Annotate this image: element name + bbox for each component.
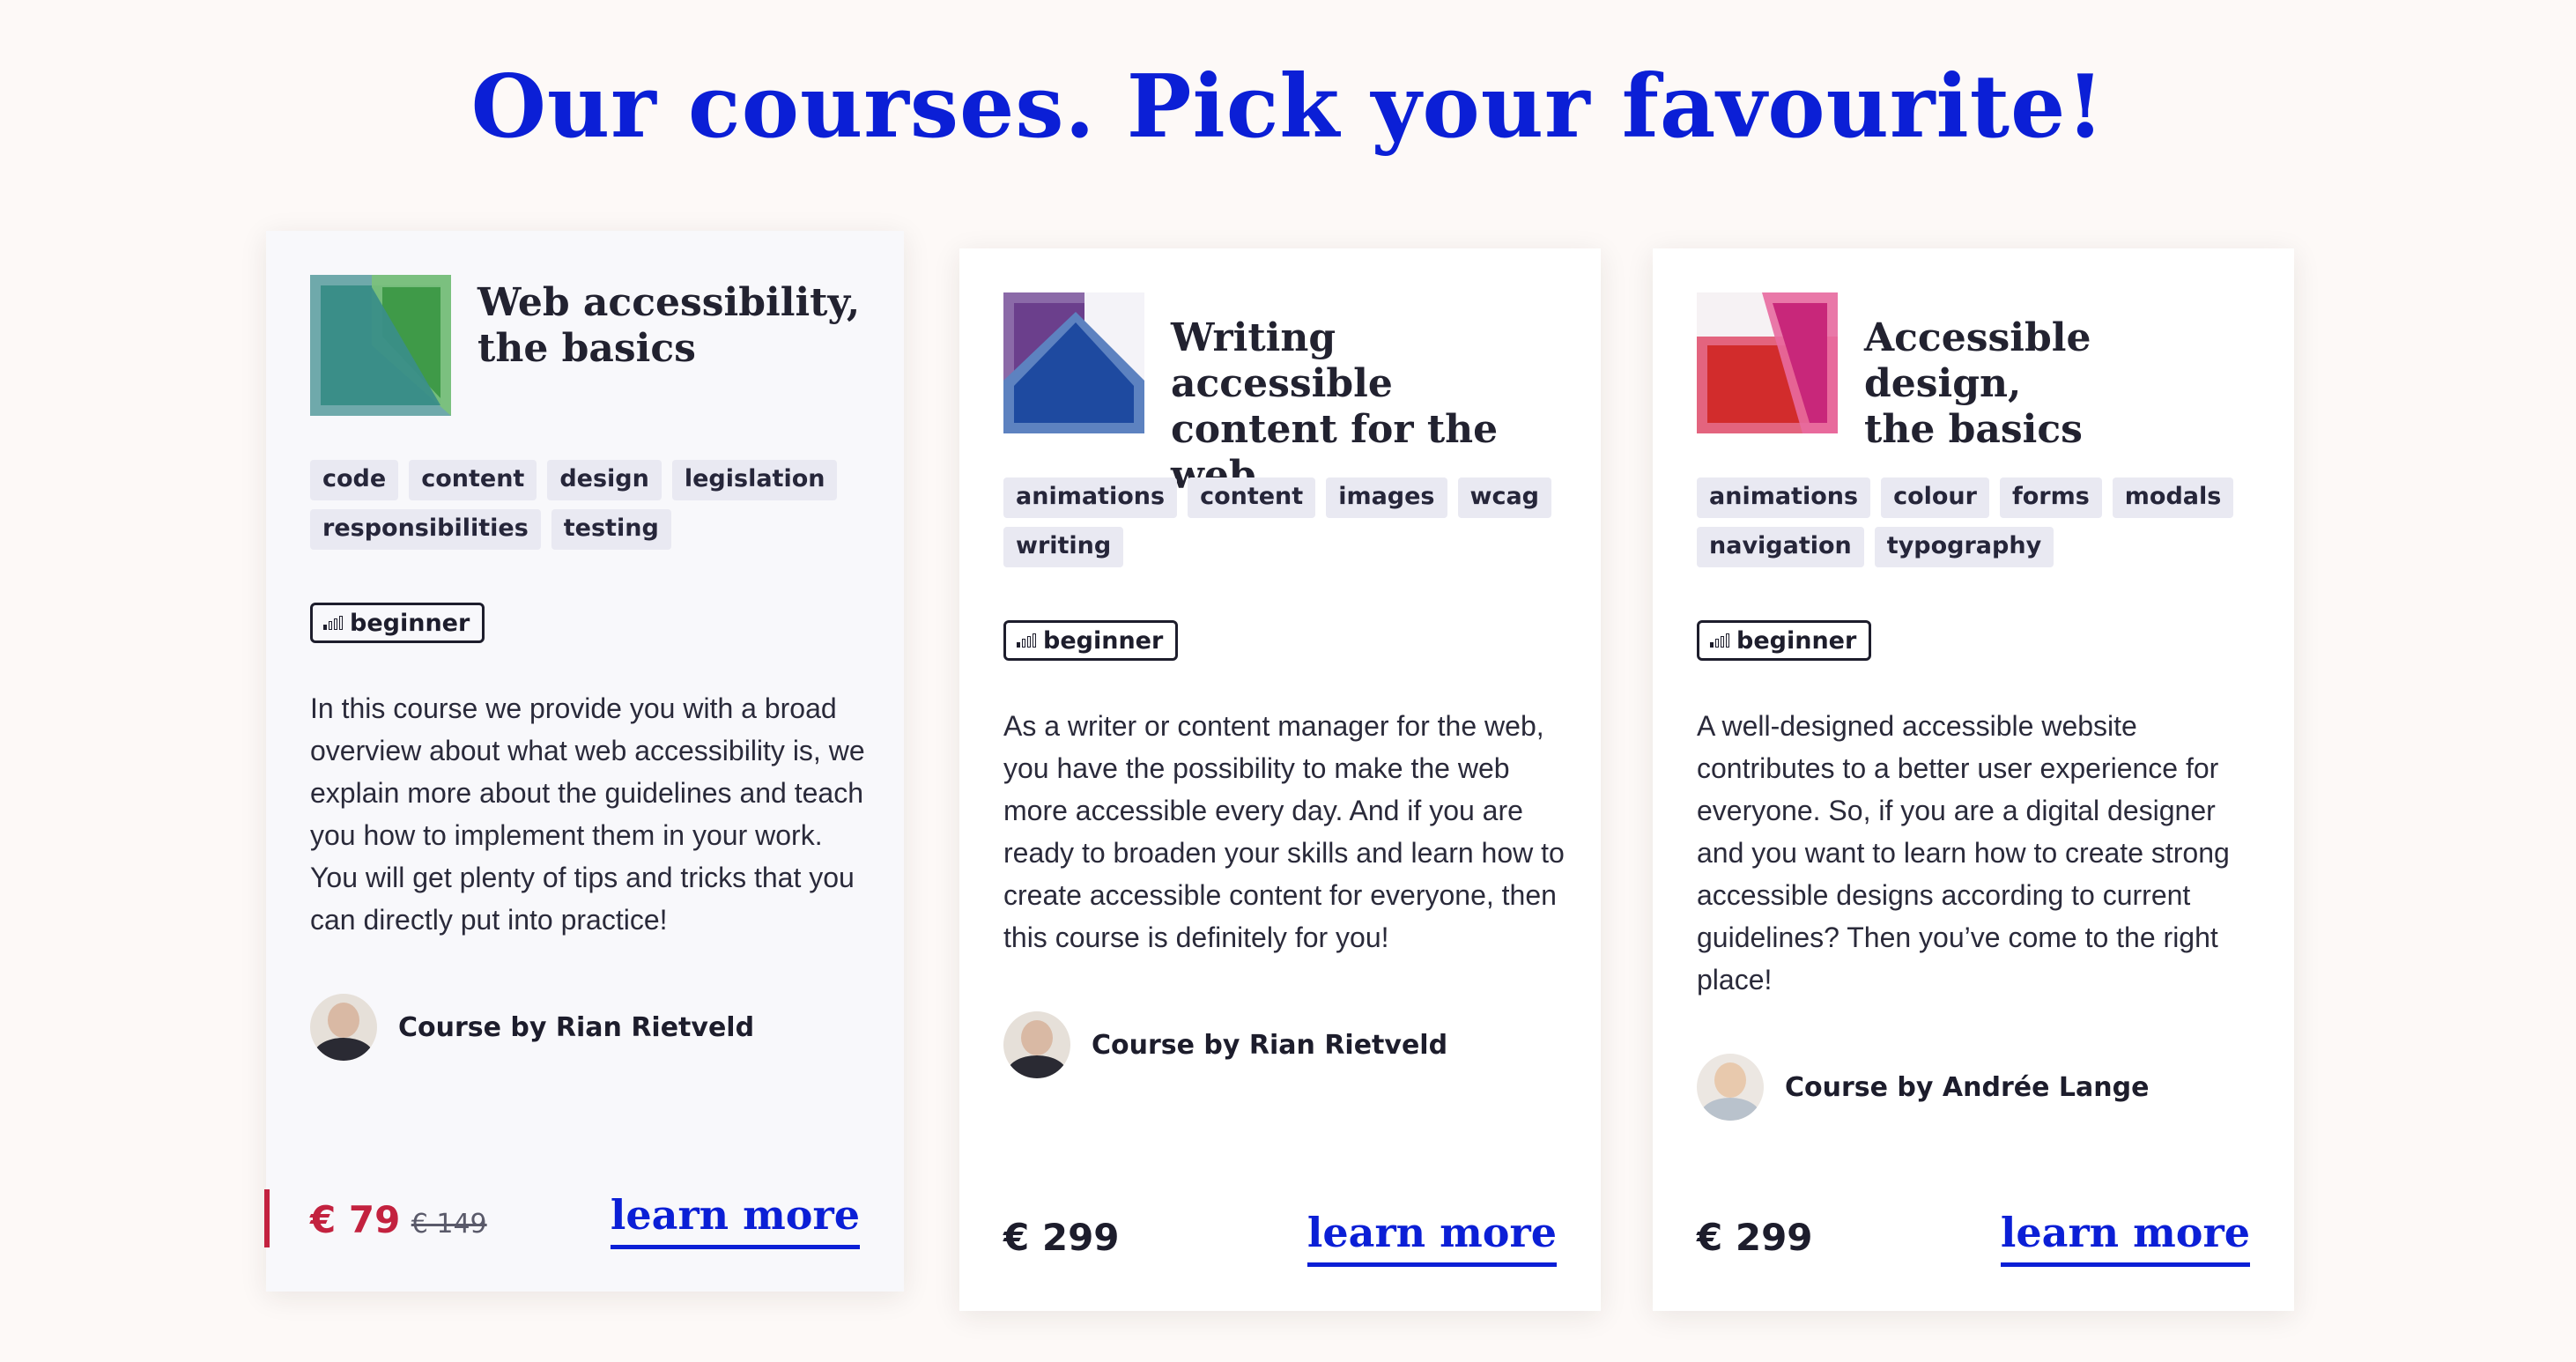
tag[interactable]: writing	[1003, 527, 1124, 567]
sale-price: € 79	[310, 1197, 401, 1241]
course-description: In this course we provide you with a bro…	[310, 692, 865, 936]
tag[interactable]: animations	[1003, 477, 1178, 518]
tag[interactable]: legislation	[671, 460, 838, 500]
level-label: beginner	[1736, 626, 1857, 655]
author-name: Course by Rian Rietveld	[398, 1011, 755, 1043]
learn-more-link[interactable]: learn more	[1307, 1209, 1558, 1267]
level-badge: beginner	[1697, 620, 1872, 661]
tag[interactable]: forms	[1999, 477, 2102, 518]
course-thumbnail	[1003, 292, 1144, 433]
course-title[interactable]: Writing accessible content for the web	[1171, 315, 1566, 499]
course-title[interactable]: Accessible design, the basics	[1864, 315, 2259, 453]
tag[interactable]: typography	[1874, 527, 2054, 567]
signal-bars-icon	[1017, 633, 1036, 648]
tag[interactable]: images	[1326, 477, 1447, 518]
level-badge: beginner	[310, 603, 485, 643]
signal-bars-icon	[1710, 633, 1729, 648]
course-description: As a writer or content manager for the w…	[1003, 710, 1565, 953]
tag[interactable]: modals	[2112, 477, 2234, 518]
learn-more-link[interactable]: learn more	[610, 1191, 861, 1249]
level-label: beginner	[350, 609, 470, 637]
course-author: Course by Andrée Lange	[1697, 1054, 2149, 1121]
course-card-web-accessibility[interactable]: Web accessibility, the basics code conte…	[264, 231, 904, 1292]
tag[interactable]: colour	[1881, 477, 1989, 518]
tag[interactable]: testing	[551, 509, 671, 550]
signal-bars-icon	[323, 616, 343, 630]
price-row: € 299 learn more	[1003, 1209, 1558, 1267]
tag[interactable]: content	[1188, 477, 1316, 518]
avatar	[1697, 1054, 1764, 1121]
card-header: Writing accessible content for the web	[1003, 292, 1566, 498]
price: € 299	[1003, 1215, 1120, 1259]
tag-list: code content design legislation responsi…	[310, 460, 869, 550]
avatar	[310, 994, 377, 1061]
course-title[interactable]: Web accessibility, the basics	[477, 280, 869, 372]
tag-list: animations content images wcag writing	[1003, 477, 1566, 567]
card-header: Web accessibility, the basics	[310, 275, 869, 416]
price-row: € 299 learn more	[1697, 1209, 2251, 1267]
level-badge: beginner	[1003, 620, 1179, 661]
tag[interactable]: wcag	[1457, 477, 1552, 518]
tag[interactable]: content	[409, 460, 537, 500]
author-name: Course by Rian Rietveld	[1092, 1029, 1448, 1061]
card-header: Accessible design, the basics	[1697, 292, 2259, 452]
learn-more-link[interactable]: learn more	[2000, 1209, 2251, 1267]
tag-list: animations colour forms modals navigatio…	[1697, 477, 2259, 567]
course-card-accessible-design[interactable]: Accessible design, the basics animations…	[1653, 248, 2294, 1311]
price-row: € 79 € 149 learn more	[310, 1191, 861, 1249]
tag[interactable]: code	[310, 460, 399, 500]
tag[interactable]: navigation	[1697, 527, 1864, 567]
course-card-writing-accessible-content[interactable]: Writing accessible content for the web a…	[959, 248, 1601, 1311]
course-author: Course by Rian Rietveld	[1003, 1011, 1447, 1078]
tag[interactable]: design	[547, 460, 662, 500]
tag[interactable]: animations	[1697, 477, 1871, 518]
course-description: A well-designed accessible website contr…	[1697, 710, 2230, 996]
course-thumbnail	[310, 275, 451, 416]
course-thumbnail	[1697, 292, 1838, 433]
avatar	[1003, 1011, 1070, 1078]
page-title: Our courses. Pick your favourite!	[470, 56, 2106, 158]
price: € 299	[1697, 1215, 1813, 1259]
level-label: beginner	[1043, 626, 1164, 655]
original-price: € 149	[411, 1208, 487, 1240]
author-name: Course by Andrée Lange	[1785, 1071, 2150, 1103]
sale-marker	[264, 1189, 270, 1247]
tag[interactable]: responsibilities	[310, 509, 541, 550]
course-author: Course by Rian Rietveld	[310, 994, 754, 1061]
